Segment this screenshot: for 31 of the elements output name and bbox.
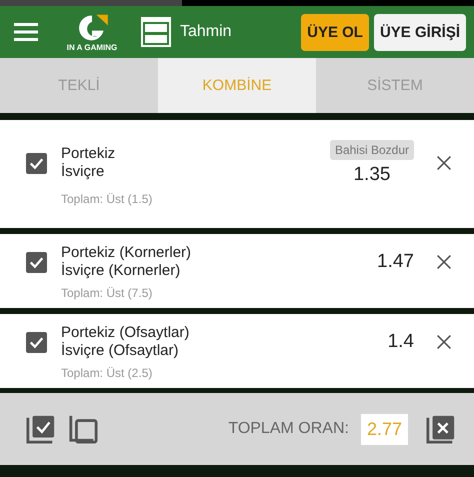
total-odds-label: TOPLAM ORAN: (227, 420, 349, 438)
team-name: Portekiz (Ofsaytlar) (61, 324, 190, 342)
tab[interactable]: KOMBİNE (158, 58, 316, 113)
header-button[interactable]: ÜYE OL (301, 14, 369, 50)
market-label: Toplam: Üst (7.5) (60, 286, 154, 300)
clear-all-icon[interactable] (426, 414, 456, 444)
page-title: Tahmin (180, 23, 233, 41)
header-button[interactable]: ÜYE GİRİŞİ (374, 14, 466, 50)
checked-checkbox[interactable] (26, 332, 47, 352)
close-icon[interactable] (436, 254, 452, 270)
odds-value: 1.35 (353, 164, 390, 186)
close-icon[interactable] (436, 155, 452, 171)
team-name: İsviçre (61, 163, 106, 181)
select-all-icon[interactable] (26, 414, 56, 444)
team-name: İsviçre (Kornerler) (61, 262, 182, 280)
cash-out-badge[interactable]: Bahisi Bozdur (330, 140, 414, 160)
odds-value: 1.4 (388, 331, 414, 353)
copy-icon[interactable] (68, 414, 98, 444)
checked-checkbox[interactable] (26, 252, 47, 272)
market-label: Toplam: Üst (1.5) (60, 192, 154, 206)
scoreboard-icon (140, 16, 172, 48)
checked-checkbox[interactable] (26, 152, 47, 174)
odds-value: 1.47 (377, 251, 414, 273)
team-name: İsviçre (Ofsaytlar) (61, 342, 180, 360)
close-icon[interactable] (436, 334, 452, 350)
total-odds-value: 2.77 (360, 414, 408, 444)
team-name: Portekiz (Kornerler) (61, 244, 192, 262)
menu-icon[interactable] (14, 22, 38, 42)
market-label: Toplam: Üst (2.5) (60, 366, 154, 380)
logo-text: IN A GAMING (66, 42, 118, 52)
team-name: Portekiz (61, 145, 116, 163)
